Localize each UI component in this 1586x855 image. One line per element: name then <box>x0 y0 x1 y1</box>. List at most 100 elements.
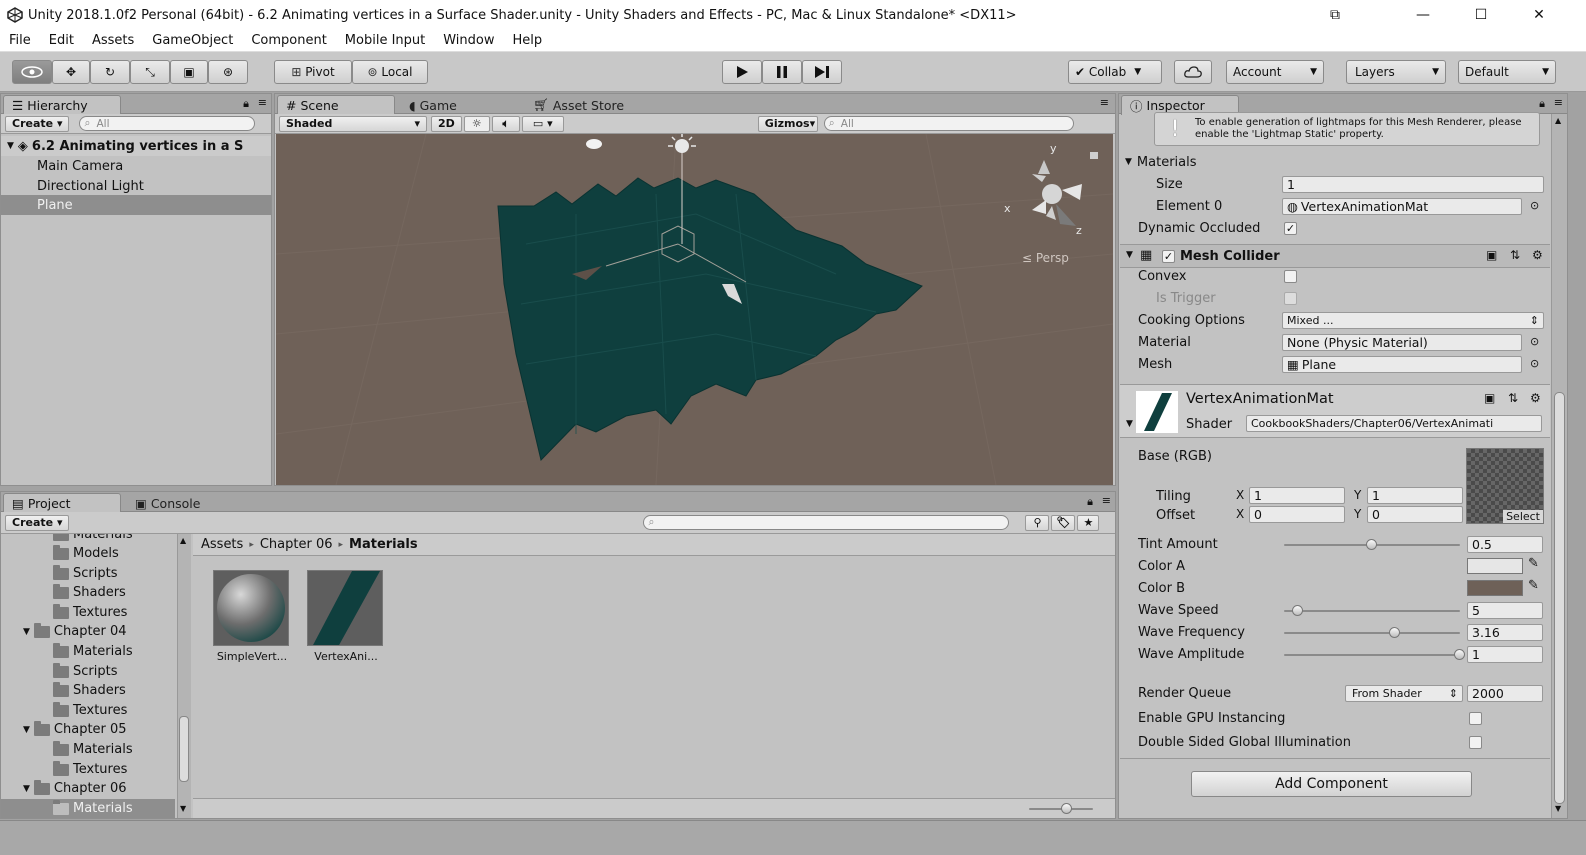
breadcrumb-materials[interactable]: Materials <box>349 537 418 552</box>
shading-mode-dropdown[interactable]: Shaded ▾ <box>279 115 427 132</box>
tiling-y-field[interactable]: 1 <box>1367 487 1463 504</box>
tab-scene[interactable]: # Scene <box>277 95 395 115</box>
hierarchy-search-input[interactable]: ⌕ All <box>79 116 256 131</box>
foldout-down-icon[interactable]: ▼ <box>7 141 14 151</box>
tiling-x-field[interactable]: 1 <box>1249 487 1345 504</box>
collab-dropdown[interactable]: ✔ Collab ▼ <box>1068 60 1162 84</box>
object-picker-icon[interactable]: ⊙ <box>1530 357 1539 370</box>
wave-amplitude-slider-knob[interactable] <box>1454 649 1465 660</box>
dynamic-occluded-checkbox[interactable]: ✓ <box>1284 222 1297 235</box>
lock-icon[interactable]: 🔒︎ <box>1087 495 1093 509</box>
tree-item-chapter-06[interactable]: ▼ Chapter 06 <box>23 779 127 798</box>
step-button[interactable] <box>802 60 842 84</box>
panel-menu-icon[interactable]: ≡ <box>258 96 267 109</box>
scroll-down-icon[interactable]: ▼ <box>1555 804 1561 813</box>
icon-size-slider-knob[interactable] <box>1061 803 1072 814</box>
lock-icon[interactable]: 🔒︎ <box>243 97 249 111</box>
tree-item-scripts[interactable]: Scripts <box>53 564 117 583</box>
shader-dropdown[interactable]: CookbookShaders/Chapter06/VertexAnimati <box>1246 415 1542 432</box>
offset-x-field[interactable]: 0 <box>1249 506 1345 523</box>
wave-frequency-slider-track[interactable] <box>1284 632 1460 634</box>
menu-edit[interactable]: Edit <box>40 33 83 48</box>
wave-amplitude-slider-track[interactable] <box>1284 654 1460 656</box>
local-toggle[interactable]: ⊚ Local <box>352 60 428 84</box>
wave-amplitude-field[interactable]: 1 <box>1467 646 1543 663</box>
gizmo-lock-icon[interactable] <box>1090 152 1098 159</box>
foldout-down-icon[interactable]: ▼ <box>23 627 30 637</box>
filter-by-type-icon[interactable]: ⚲ <box>1025 514 1050 531</box>
scroll-up-icon[interactable]: ▲ <box>1555 116 1561 125</box>
gizmos-dropdown[interactable]: Gizmos ▾ <box>757 115 818 132</box>
tree-item-scripts[interactable]: Scripts <box>53 662 117 681</box>
effects-dropdown-icon[interactable]: ▭ ▾ <box>521 115 564 132</box>
tint-amount-field[interactable]: 0.5 <box>1467 536 1543 553</box>
scene-viewport[interactable]: y x z ≤ Persp <box>276 134 1113 485</box>
tree-item-shaders[interactable]: Shaders <box>53 681 126 700</box>
tree-item-models[interactable]: Models <box>53 544 119 563</box>
tree-item-chapter-05[interactable]: ▼ Chapter 05 <box>23 720 127 739</box>
favorite-star-icon[interactable]: ★ <box>1077 514 1100 531</box>
hierarchy-item-plane[interactable]: Plane <box>1 195 271 215</box>
tree-item-materials-selected[interactable]: Materials <box>1 799 175 818</box>
hierarchy-item-main-camera[interactable]: Main Camera <box>1 156 271 176</box>
audio-toggle-icon[interactable]: 🔈︎ <box>491 115 520 132</box>
size-field[interactable]: 1 <box>1282 176 1544 193</box>
inspector-scrollbar-thumb[interactable] <box>1554 392 1565 804</box>
view-tool-eye-icon[interactable] <box>12 60 52 84</box>
cooking-options-dropdown[interactable]: Mixed ... ⇕ <box>1282 312 1544 329</box>
tree-scrollbar[interactable]: ▲ ▼ <box>177 534 191 818</box>
physic-material-field[interactable]: None (Physic Material) <box>1282 334 1522 351</box>
eyedropper-icon[interactable]: ✎ <box>1528 556 1539 571</box>
materials-foldout[interactable]: ▼ Materials <box>1120 152 1550 172</box>
rect-tool-icon[interactable]: ▣ <box>170 60 208 84</box>
orientation-gizmo[interactable] <box>1032 160 1082 226</box>
inspector-scrollbar[interactable]: ▲ ▼ <box>1551 114 1567 818</box>
rotate-tool-icon[interactable]: ↻ <box>90 60 130 84</box>
tab-console[interactable]: ▣ Console <box>127 493 208 513</box>
close-button[interactable]: ✕ <box>1516 0 1562 30</box>
project-create-dropdown[interactable]: Create ▾ <box>5 514 70 531</box>
foldout-down-icon[interactable]: ▼ <box>1126 419 1133 429</box>
tint-amount-slider-knob[interactable] <box>1366 539 1377 550</box>
help-book-icon[interactable]: ▣ <box>1484 391 1495 405</box>
preset-icon[interactable]: ⇅ <box>1508 391 1518 405</box>
project-search-input[interactable]: ⌕ <box>643 515 1010 530</box>
breadcrumb-assets[interactable]: Assets <box>201 537 243 552</box>
transform-tool-icon[interactable]: ⊛ <box>208 60 248 84</box>
asset-vertexanimation-material[interactable] <box>307 570 385 648</box>
menu-gameobject[interactable]: GameObject <box>143 33 242 48</box>
material-header[interactable]: ▼ VertexAnimationMat Shader CookbookShad… <box>1120 384 1550 438</box>
mesh-collider-header[interactable]: ▼ ▦ ✓ Mesh Collider ▣ ⇅ ⚙ <box>1120 244 1550 268</box>
panel-menu-icon[interactable]: ≡ <box>1102 494 1111 507</box>
lighting-toggle-icon[interactable]: ☼ <box>463 115 490 132</box>
add-component-button[interactable]: Add Component <box>1191 771 1472 797</box>
hierarchy-scene-row[interactable]: ▼ ◈ 6.2 Animating vertices in a S <box>1 136 271 156</box>
tree-item-textures[interactable]: Textures <box>53 760 127 779</box>
persp-label[interactable]: ≤ Persp <box>1022 251 1069 265</box>
layout-dropdown[interactable]: Default ▼ <box>1458 60 1556 84</box>
foldout-down-icon[interactable]: ▼ <box>1126 250 1133 260</box>
directional-light-gizmo[interactable] <box>668 134 696 153</box>
wave-speed-field[interactable]: 5 <box>1467 602 1543 619</box>
gpu-instancing-checkbox[interactable] <box>1469 712 1482 725</box>
help-book-icon[interactable]: ▣ <box>1486 248 1497 262</box>
hierarchy-create-dropdown[interactable]: Create ▾ <box>5 115 70 132</box>
panel-menu-icon[interactable]: ≡ <box>1100 96 1109 109</box>
color-b-swatch[interactable] <box>1467 580 1523 596</box>
toggle-2d-button[interactable]: 2D <box>431 115 462 132</box>
eyedropper-icon[interactable]: ✎ <box>1528 578 1539 593</box>
tree-item-shaders[interactable]: Shaders <box>53 583 126 602</box>
double-sided-gi-checkbox[interactable] <box>1469 736 1482 749</box>
object-picker-icon[interactable]: ⊙ <box>1530 199 1539 212</box>
tab-asset-store[interactable]: 🛒︎ Asset Store <box>525 95 632 115</box>
tree-item-chapter-04[interactable]: ▼ Chapter 04 <box>23 622 127 641</box>
layers-dropdown[interactable]: Layers ▼ <box>1346 60 1446 84</box>
tab-game[interactable]: ◖ Game <box>401 95 465 115</box>
wave-speed-slider-track[interactable] <box>1284 610 1460 612</box>
foldout-down-icon[interactable]: ▼ <box>23 725 30 735</box>
menu-assets[interactable]: Assets <box>83 33 143 48</box>
color-a-swatch[interactable] <box>1467 558 1523 574</box>
hierarchy-item-directional-light[interactable]: Directional Light <box>1 176 271 196</box>
scale-tool-icon[interactable]: ⤡ <box>130 60 170 84</box>
scroll-up-icon[interactable]: ▲ <box>180 536 186 545</box>
